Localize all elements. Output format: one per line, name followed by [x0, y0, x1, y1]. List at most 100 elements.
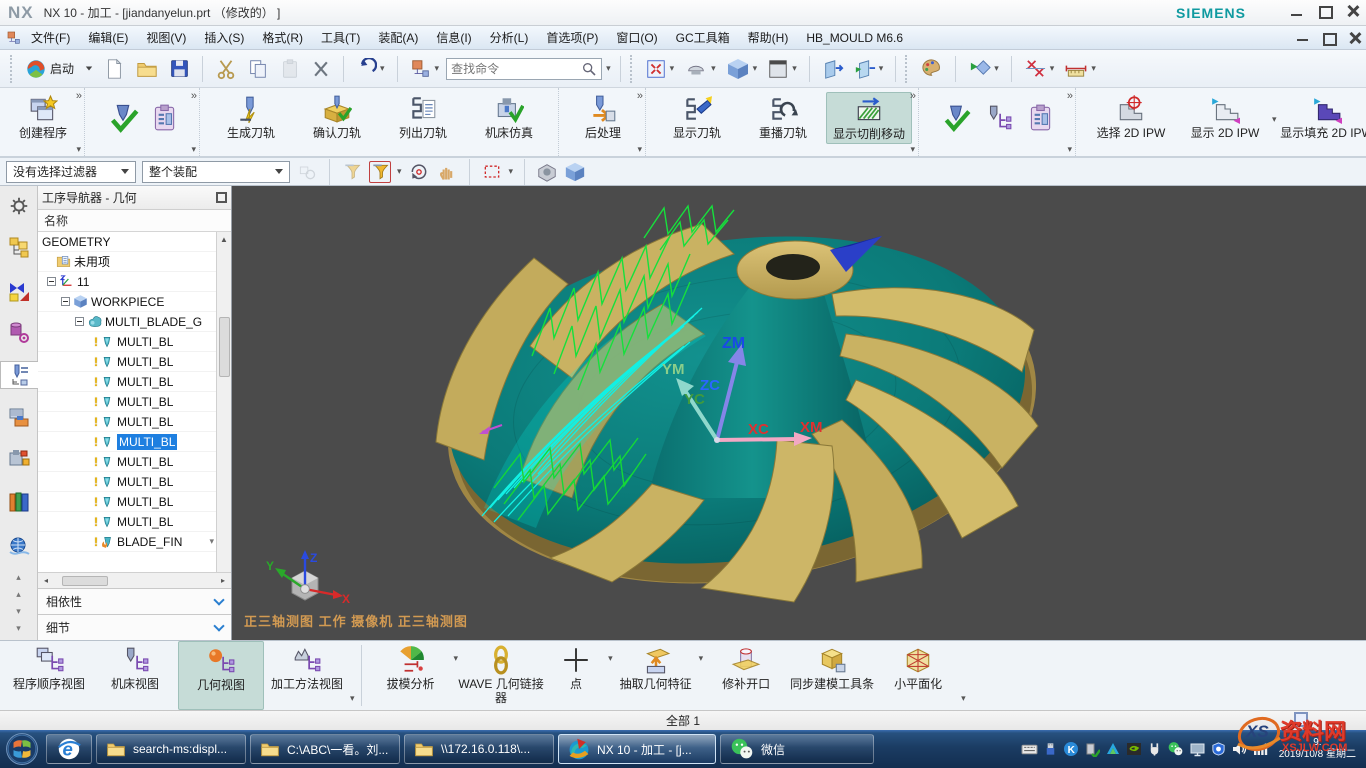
post-process-button[interactable]: 后处理 — [567, 92, 639, 142]
orient-view-button[interactable]: ▾ — [723, 55, 761, 83]
group-more-icon[interactable]: ▾ — [961, 693, 966, 710]
verify-toolpath-button[interactable]: 确认刀轨 — [294, 92, 380, 142]
overflow-chevron-icon[interactable]: » — [1067, 90, 1073, 102]
tree-horizontal-scrollbar[interactable]: ◂ ▸ — [38, 572, 231, 588]
web-browser-button[interactable] — [2, 530, 36, 558]
program-order-view-button[interactable]: 程序顺序视图 — [6, 641, 92, 710]
menu-view[interactable]: 视图(V) — [137, 26, 195, 49]
dropdown-caret-icon[interactable]: ▾ — [397, 166, 402, 177]
tool-page-icon[interactable] — [983, 103, 1013, 133]
menu-file[interactable]: 文件(F) — [22, 26, 79, 49]
wave-geometry-linker-button[interactable]: WAVE 几何链接器 — [458, 641, 544, 710]
undo-button[interactable]: ▾ — [353, 56, 388, 81]
taskbar-wechat-button[interactable]: 微信 — [720, 734, 874, 764]
menu-help[interactable]: 帮助(H) — [739, 26, 798, 49]
new-file-button[interactable] — [100, 56, 128, 82]
machining-method-view-button[interactable]: 加工方法视图 — [264, 641, 350, 710]
app-menu-icon[interactable] — [6, 30, 22, 46]
tray-keyboard-icon[interactable] — [1021, 741, 1038, 758]
tree-row-multi-bl[interactable]: !MULTI_BL — [38, 492, 216, 512]
collapse-icon[interactable] — [75, 317, 84, 326]
mdi-restore-icon[interactable] — [1322, 31, 1334, 43]
scrollbar-thumb[interactable] — [62, 576, 108, 586]
snap-point-button[interactable]: ▾ — [1021, 55, 1058, 82]
part-navigator-button[interactable] — [2, 319, 36, 347]
scrollbar-thumb[interactable] — [219, 317, 230, 377]
tree-row-workpiece[interactable]: WORKPIECE — [38, 292, 216, 312]
group-more-icon[interactable]: ▾ — [637, 144, 642, 155]
search-caret-icon[interactable]: ▾ — [606, 63, 611, 74]
paste-button[interactable] — [276, 56, 304, 82]
machine-tool-view-button[interactable]: 机床视图 — [92, 641, 178, 710]
assembly-navigator-button[interactable] — [2, 234, 36, 262]
snap-filter-button[interactable] — [341, 161, 363, 183]
toolbar-drag-handle[interactable] — [630, 55, 634, 83]
select-2d-ipw-button[interactable]: 选择 2D IPW — [1084, 92, 1178, 142]
copy-button[interactable] — [244, 56, 272, 82]
tray-wechat-icon[interactable] — [1167, 741, 1184, 757]
check-tool-icon[interactable] — [107, 102, 139, 134]
replay-toolpath-button[interactable]: 重播刀轨 — [740, 92, 826, 142]
rotate-point-button[interactable] — [408, 161, 430, 183]
tree-row-mcs[interactable]: 11 — [38, 272, 216, 292]
snap-enabled-button[interactable] — [369, 161, 391, 183]
tree-row-multi-bl[interactable]: !MULTI_BL — [38, 352, 216, 372]
tree-vertical-scrollbar[interactable]: ▲ — [216, 232, 231, 572]
scroll-up-icon[interactable]: ▴ — [16, 572, 21, 583]
restore-icon[interactable] — [1318, 4, 1332, 18]
marquee-select-button[interactable] — [481, 161, 503, 183]
tray-shield-icon[interactable] — [1211, 741, 1226, 757]
tray-a-icon[interactable] — [1105, 741, 1121, 757]
roles-button[interactable] — [2, 192, 36, 220]
fit-view-button[interactable]: ▾ — [642, 56, 678, 82]
search-icon[interactable] — [581, 61, 597, 77]
hand-move-button[interactable] — [436, 161, 458, 183]
mdi-close-icon[interactable] — [1348, 31, 1360, 43]
show-2d-ipw-button[interactable]: 显示 2D IPW — [1178, 92, 1272, 142]
ie-taskbar-button[interactable] — [46, 734, 92, 764]
menu-format[interactable]: 格式(R) — [253, 26, 312, 49]
tree-row-multi-bl[interactable]: !MULTI_BL — [38, 372, 216, 392]
tray-monitor-icon[interactable] — [1189, 741, 1206, 757]
minimize-icon[interactable] — [1290, 4, 1304, 18]
toolbar-drag-handle[interactable] — [905, 55, 909, 83]
create-program-button[interactable]: 创建程序 — [8, 92, 78, 142]
taskbar-folder-abc[interactable]: C:\ABC\一看。刘... — [250, 734, 400, 764]
open-file-button[interactable] — [132, 56, 162, 82]
constraint-navigator-button[interactable] — [2, 276, 36, 304]
tree-row-unused[interactable]: 未用项 — [38, 252, 216, 272]
dropdown-caret-icon[interactable]: ▾ — [1272, 114, 1277, 125]
menu-gc-toolbox[interactable]: GC工具箱 — [667, 26, 739, 49]
tree-row-multi-bl[interactable]: !MULTI_BL — [38, 332, 216, 352]
patch-opening-button[interactable]: 修补开口 — [703, 641, 789, 710]
menu-edit[interactable]: 编辑(E) — [79, 26, 137, 49]
save-button[interactable] — [166, 56, 193, 81]
group-more-icon[interactable]: ▾ — [191, 144, 196, 155]
point-button[interactable]: 点 — [544, 641, 608, 710]
tree-row-geometry[interactable]: GEOMETRY — [38, 232, 216, 252]
menu-information[interactable]: 信息(I) — [427, 26, 480, 49]
dependencies-section[interactable]: 相依性 — [38, 588, 231, 614]
machine-tool-navigator-button[interactable] — [2, 403, 36, 431]
shaded-cube-button[interactable] — [564, 161, 586, 183]
start-menu-button[interactable]: 启动 — [22, 56, 96, 82]
show-filled-2d-ipw-button[interactable]: 显示填充 2D IPW — [1277, 92, 1366, 142]
group-more-icon[interactable]: ▾ — [1067, 144, 1072, 155]
navigator-pin-icon[interactable] — [216, 192, 227, 203]
overflow-chevron-icon[interactable]: » — [910, 90, 916, 102]
taskbar-nx-button[interactable]: NX 10 - 加工 - [j... — [558, 734, 716, 764]
group-more-icon[interactable]: ▾ — [910, 144, 915, 155]
cut-button[interactable] — [212, 56, 240, 82]
check-tool-icon[interactable] — [941, 103, 971, 133]
measure-button[interactable]: ▾ — [1061, 55, 1099, 82]
tree-row-blade-finish[interactable]: !BLADE_FIN▾ — [38, 532, 216, 552]
menu-hb-mould[interactable]: HB_MOULD M6.6 — [797, 28, 912, 48]
collapse-icon[interactable] — [47, 277, 56, 286]
scroll-up-arrow[interactable]: ▲ — [217, 232, 232, 247]
menu-analysis[interactable]: 分析(L) — [481, 26, 538, 49]
tree-row-multi-bl[interactable]: !MULTI_BL — [38, 472, 216, 492]
dropdown-caret-icon[interactable]: ▾ — [509, 166, 514, 177]
close-icon[interactable] — [1346, 4, 1360, 18]
scroll-left-arrow[interactable]: ◂ — [38, 574, 54, 588]
overflow-chevron-icon[interactable]: » — [76, 90, 82, 102]
